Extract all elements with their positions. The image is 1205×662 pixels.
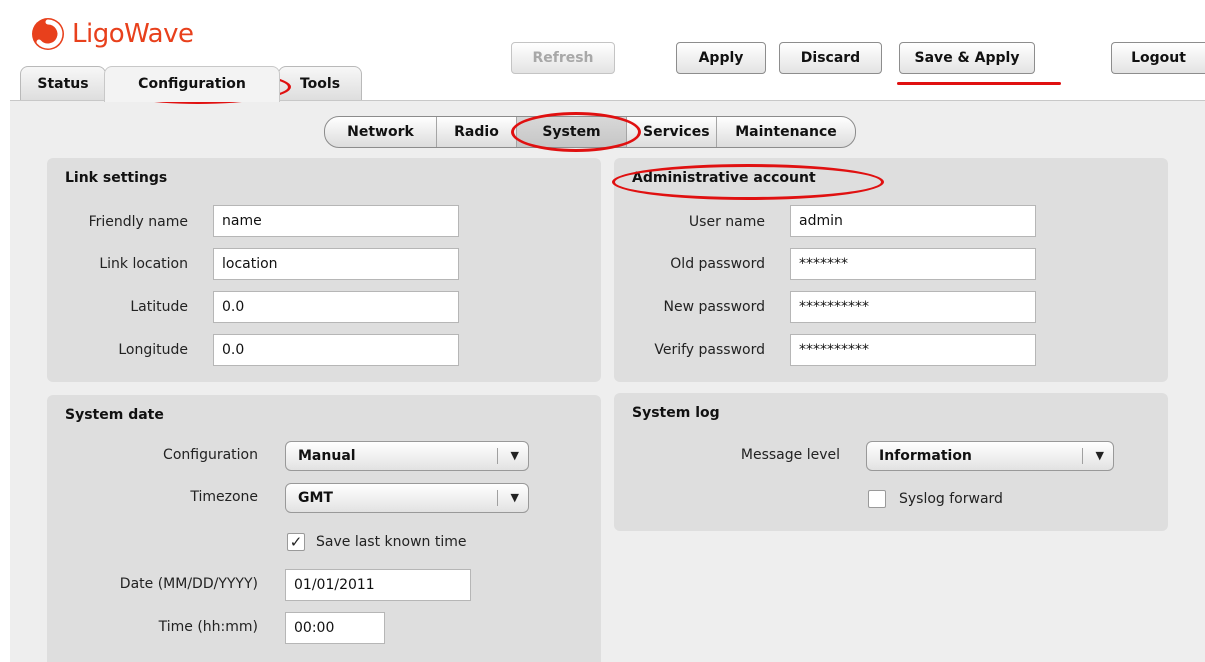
timezone-select[interactable]: GMT ▼ bbox=[285, 483, 529, 513]
configuration-label: Configuration bbox=[163, 447, 258, 463]
subnav-maintenance[interactable]: Maintenance bbox=[716, 117, 855, 147]
verify-password-label: Verify password bbox=[654, 342, 765, 358]
message-level-select-separator bbox=[1082, 448, 1083, 464]
time-label: Time (hh:mm) bbox=[158, 619, 258, 635]
old-password-label: Old password bbox=[670, 256, 765, 272]
new-password-label: New password bbox=[663, 299, 765, 315]
save-last-known-time-label: Save last known time bbox=[316, 534, 467, 550]
logo-text-wave: Wave bbox=[124, 19, 194, 49]
subnav-system[interactable]: System bbox=[516, 117, 626, 147]
timezone-label: Timezone bbox=[190, 489, 258, 505]
user-name-label: User name bbox=[688, 214, 765, 230]
friendly-name-input[interactable] bbox=[213, 205, 459, 237]
logo-text-ligo: Ligo bbox=[72, 19, 125, 49]
apply-button[interactable]: Apply bbox=[676, 42, 766, 74]
latitude-input[interactable] bbox=[213, 291, 459, 323]
save-apply-annotation-underline bbox=[897, 82, 1061, 85]
save-last-known-time-checkbox[interactable]: ✓ bbox=[287, 533, 305, 551]
logout-button[interactable]: Logout bbox=[1111, 42, 1205, 74]
refresh-button[interactable]: Refresh bbox=[511, 42, 615, 74]
sub-navigation: Network Radio System Services Maintenanc… bbox=[324, 116, 856, 148]
check-mark-icon: ✓ bbox=[289, 533, 303, 551]
subnav-radio[interactable]: Radio bbox=[436, 117, 516, 147]
message-level-label: Message level bbox=[740, 447, 840, 463]
chevron-down-icon: ▼ bbox=[510, 491, 519, 504]
subnav-network[interactable]: Network bbox=[325, 117, 436, 147]
header: LigoWave Status Configuration Tools Refr… bbox=[0, 0, 1205, 102]
discard-button[interactable]: Discard bbox=[779, 42, 882, 74]
tab-configuration[interactable]: Configuration bbox=[104, 66, 280, 102]
link-settings-title: Link settings bbox=[65, 170, 168, 186]
longitude-label: Longitude bbox=[118, 342, 188, 358]
message-level-select-value: Information bbox=[879, 448, 972, 464]
ligowave-logo: LigoWave bbox=[30, 14, 194, 54]
logo-icon bbox=[32, 18, 64, 50]
logo-text: LigoWave bbox=[72, 19, 194, 49]
subnav-services[interactable]: Services bbox=[626, 117, 716, 147]
message-level-select[interactable]: Information ▼ bbox=[866, 441, 1114, 471]
friendly-name-label: Friendly name bbox=[88, 214, 188, 230]
syslog-forward-label: Syslog forward bbox=[899, 491, 1003, 507]
admin-account-title: Administrative account bbox=[632, 170, 816, 186]
configuration-select-separator bbox=[497, 448, 498, 464]
time-input[interactable] bbox=[285, 612, 385, 644]
system-log-title: System log bbox=[632, 405, 720, 421]
tab-tools[interactable]: Tools bbox=[278, 66, 362, 100]
configuration-select-value: Manual bbox=[298, 448, 356, 464]
tab-status[interactable]: Status bbox=[20, 66, 106, 100]
user-name-input[interactable] bbox=[790, 205, 1036, 237]
old-password-input[interactable] bbox=[790, 248, 1036, 280]
verify-password-input[interactable] bbox=[790, 334, 1036, 366]
timezone-select-separator bbox=[497, 490, 498, 506]
configuration-select[interactable]: Manual ▼ bbox=[285, 441, 529, 471]
chevron-down-icon: ▼ bbox=[510, 449, 519, 462]
link-location-input[interactable] bbox=[213, 248, 459, 280]
syslog-forward-checkbox[interactable] bbox=[868, 490, 886, 508]
timezone-select-value: GMT bbox=[298, 490, 333, 506]
save-apply-button[interactable]: Save & Apply bbox=[899, 42, 1035, 74]
chevron-down-icon: ▼ bbox=[1095, 449, 1104, 462]
link-location-label: Link location bbox=[99, 256, 188, 272]
date-input[interactable] bbox=[285, 569, 471, 601]
latitude-label: Latitude bbox=[130, 299, 188, 315]
date-label: Date (MM/DD/YYYY) bbox=[119, 576, 258, 592]
new-password-input[interactable] bbox=[790, 291, 1036, 323]
system-date-title: System date bbox=[65, 407, 164, 423]
longitude-input[interactable] bbox=[213, 334, 459, 366]
